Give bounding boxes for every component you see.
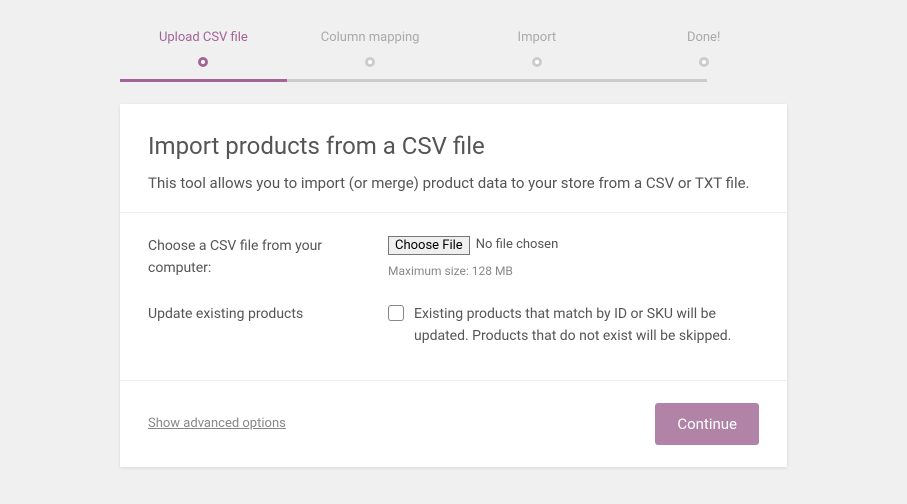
step-upload[interactable]: Upload CSV file: [120, 30, 287, 59]
choose-file-button[interactable]: Choose File: [388, 236, 470, 255]
step-label: Column mapping: [287, 30, 454, 59]
step-dot-icon: [198, 57, 208, 67]
stepper-track-active: [120, 79, 287, 82]
update-existing-checkbox[interactable]: [388, 305, 404, 321]
update-row-content: Existing products that match by ID or SK…: [388, 303, 759, 348]
file-row: Choose a CSV file from your computer: Ch…: [148, 235, 759, 281]
page-title: Import products from a CSV file: [148, 132, 759, 160]
file-row-label: Choose a CSV file from your computer:: [148, 235, 388, 280]
update-row: Update existing products Existing produc…: [148, 303, 759, 348]
step-dot-icon: [699, 57, 709, 67]
progress-stepper: Upload CSV file Column mapping Import Do…: [120, 30, 787, 79]
step-dot-icon: [532, 57, 542, 67]
step-done: Done!: [620, 30, 787, 59]
continue-button[interactable]: Continue: [655, 403, 759, 445]
import-panel: Import products from a CSV file This too…: [120, 104, 787, 467]
update-row-label: Update existing products: [148, 303, 388, 325]
file-status: No file chosen: [476, 235, 559, 256]
panel-body: Choose a CSV file from your computer: Ch…: [120, 213, 787, 381]
step-label: Upload CSV file: [120, 30, 287, 59]
file-row-content: Choose File No file chosen Maximum size:…: [388, 235, 759, 281]
page-description: This tool allows you to import (or merge…: [148, 174, 759, 192]
step-column-mapping: Column mapping: [287, 30, 454, 59]
step-dot-icon: [365, 57, 375, 67]
show-advanced-link[interactable]: Show advanced options: [148, 416, 286, 431]
panel-footer: Show advanced options Continue: [120, 381, 787, 467]
update-description: Existing products that match by ID or SK…: [414, 303, 759, 348]
step-label: Done!: [620, 30, 787, 59]
file-size-hint: Maximum size: 128 MB: [388, 262, 759, 281]
step-label: Import: [454, 30, 621, 59]
panel-header: Import products from a CSV file This too…: [120, 104, 787, 213]
step-import: Import: [454, 30, 621, 59]
